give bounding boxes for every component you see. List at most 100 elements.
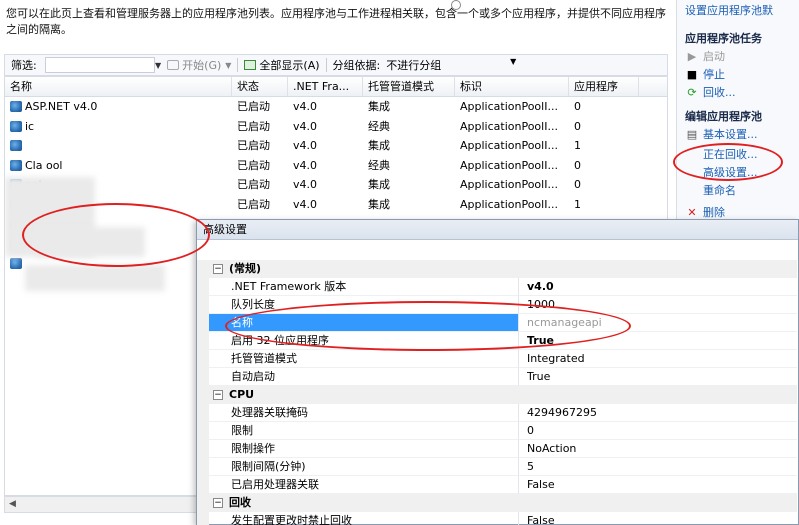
cell-apps: 1 [574,139,581,153]
filter-dropdown-icon[interactable]: ▼ [155,61,161,70]
start-action[interactable]: ▶ 启动 [685,48,725,64]
delete-x-icon: ✕ [687,205,697,219]
cell-apps: 0 [574,100,581,113]
filter-input[interactable] [45,57,155,73]
recycle-action[interactable]: ⟳ 回收... [685,84,736,100]
property-value[interactable]: 0 [519,422,797,440]
recycle-icon: ⟳ [687,85,697,99]
app-pool-icon [10,257,22,269]
stop-action-label: 停止 [703,68,725,81]
collapse-icon[interactable]: − [213,390,223,400]
property-key: 处理器关联掩码 [209,404,519,422]
property-row[interactable]: 已启用处理器关联 False [209,476,797,494]
property-value[interactable]: False [519,512,797,525]
table-row[interactable]: Cla ool 已启动 v4.0 经典 ApplicationPoolI... 0 [5,156,667,176]
table-row[interactable]: 已启动 v4.0 集成 ApplicationPoolI... 1 [5,136,667,156]
col-identity[interactable]: 标识 [455,77,569,96]
stop-action[interactable]: ■ 停止 [685,66,725,82]
property-row[interactable]: 限制 0 [209,422,797,440]
property-key: 限制 [209,422,519,440]
dialog-title: 高级设置 [197,220,798,240]
cell-identity: ApplicationPoolI... [460,197,558,211]
app-pool-icon [10,140,22,152]
cell-identity: ApplicationPoolI... [460,178,558,192]
table-row[interactable]: ic 已启动 v4.0 经典 ApplicationPoolI... 0 [5,117,667,137]
cell-status: 已启动 [237,100,270,113]
property-category[interactable]: − (常规) [209,260,797,278]
col-mode[interactable]: 托管管道模式 [363,77,455,96]
pool-name: ASP.NET v4.0 [25,100,98,113]
property-row[interactable]: 处理器关联掩码 4294967295 [209,404,797,422]
property-value[interactable]: 4294967295 [519,404,797,422]
pool-name: ic [25,119,35,133]
cell-net: v4.0 [293,197,318,211]
recycle-action-label: 回收... [703,86,736,99]
start-filter-label: 开始(G) [182,59,222,72]
cell-status: 已启动 [237,178,270,192]
toolbar-separator [325,58,327,72]
cell-apps: 0 [574,119,581,133]
cell-name: ic [5,117,232,137]
property-value[interactable]: v4.0 [519,278,797,296]
property-category[interactable]: − CPU [209,386,797,404]
category-name: (常规) [229,262,262,275]
app-pool-icon [10,101,22,112]
cell-net: v4.0 [293,119,318,133]
col-name[interactable]: 名称 [5,77,232,96]
cell-mode: 集成 [368,100,390,113]
property-value[interactable]: Integrated [519,350,797,368]
property-category[interactable]: − 回收 [209,494,797,512]
cell-mode: 集成 [368,139,390,153]
show-all-label: 全部显示(A) [259,59,320,72]
property-value[interactable]: True [519,368,797,386]
cell-identity: ApplicationPoolI... [460,139,558,153]
table-row[interactable]: ool已启动v4.0集成ApplicationPoolI...0 [5,175,667,195]
cell-mode: 经典 [368,158,390,172]
property-row[interactable]: 限制间隔(分钟) 5 [209,458,797,476]
cell-identity: ApplicationPoolI... [460,100,558,113]
advanced-settings-dialog: 高级设置 − (常规) .NET Framework 版本 v4.0 队列长度 1000 名… [196,219,799,525]
property-row[interactable]: 自动启动 True [209,368,797,386]
basic-settings-label: 基本设置... [703,128,758,141]
collapse-icon[interactable]: − [213,498,223,508]
cell-name: ASP.NET v4.0 [5,97,232,117]
property-key: 自动启动 [209,368,519,386]
cursor-icon [451,0,461,10]
table-row[interactable]: ASP.NET v4.0 已启动 v4.0 集成 ApplicationPoolI...… [5,97,667,117]
property-row[interactable]: 限制操作 NoAction [209,440,797,458]
app-pool-icon [10,159,22,171]
cell-status: 已启动 [237,158,270,172]
col-status[interactable]: 状态 [232,77,288,96]
cell-apps: 0 [574,178,581,192]
filter-label: 筛选: [11,59,37,72]
delete-action[interactable]: ✕ 删除 [685,204,725,220]
property-value[interactable]: NoAction [519,440,797,458]
property-value[interactable]: False [519,476,797,494]
annotation-ellipse [225,301,631,351]
property-row[interactable]: 发生配置更改时禁止回收 False [209,512,797,525]
property-key: 发生配置更改时禁止回收 [209,512,519,525]
chevron-down-icon: ▼ [510,57,517,66]
collapse-icon[interactable]: − [213,264,223,274]
property-row[interactable]: .NET Framework 版本 v4.0 [209,278,797,296]
col-net[interactable]: .NET Fra... [288,77,363,96]
rename-action[interactable]: 重命名 [703,182,736,198]
settings-page-icon: ▤ [686,127,698,141]
group-by-select[interactable]: 不进行分组 ▼ [386,57,516,73]
property-value[interactable]: 5 [519,458,797,476]
show-all-button[interactable]: 全部显示(A) [244,57,320,73]
annotation-ellipse [673,143,783,181]
property-key: 已启用处理器关联 [209,476,519,494]
property-row[interactable]: 托管管道模式 Integrated [209,350,797,368]
toolbar-separator [237,58,239,72]
horizontal-scrollbar[interactable]: ◀ [4,496,200,513]
cell-net: v4.0 [293,139,318,153]
basic-settings-action[interactable]: ▤ 基本设置... [685,126,758,142]
pool-tasks-header: 应用程序池任务 [685,32,762,45]
cell-net: v4.0 [293,158,318,172]
list-header: 名称 状态 .NET Fra... 托管管道模式 标识 应用程序 [5,77,667,97]
col-apps[interactable]: 应用程序 [569,77,639,96]
start-filter-button[interactable]: 开始(G) ▼ [167,57,231,73]
set-defaults-link[interactable]: 设置应用程序池默 [685,2,773,18]
cell-mode: 集成 [368,178,390,192]
